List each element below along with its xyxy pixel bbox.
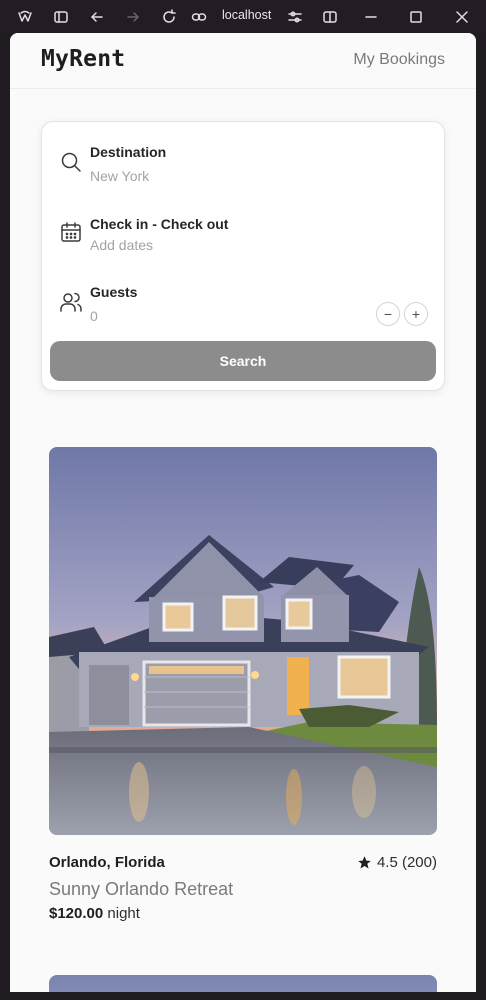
destination-input[interactable]: New York	[90, 168, 149, 184]
listing-title[interactable]: Sunny Orlando Retreat	[49, 879, 233, 900]
reload-icon[interactable]	[158, 6, 180, 28]
listing-card[interactable]: Orlando, Florida 4.5 (200) Sunny Orlando…	[49, 447, 437, 922]
sidebar-toggle-icon[interactable]	[50, 6, 72, 28]
rating-value: 4.5 (200)	[376, 854, 437, 871]
guests-label: Guests	[90, 284, 138, 300]
link-icon[interactable]	[188, 6, 210, 28]
listing-photo[interactable]	[49, 447, 437, 835]
search-icon	[59, 150, 83, 174]
users-icon	[59, 290, 83, 314]
dates-input[interactable]: Add dates	[90, 237, 153, 253]
browser-logo-icon[interactable]	[14, 6, 36, 28]
split-view-icon[interactable]	[319, 6, 341, 28]
listing-price-row: $120.00 night	[49, 905, 140, 922]
listing-location: Orlando, Florida	[49, 854, 165, 871]
star-icon	[358, 856, 371, 869]
site-settings-icon[interactable]	[284, 6, 306, 28]
listing-rating: 4.5 (200)	[357, 854, 437, 871]
dates-label: Check in - Check out	[90, 216, 229, 232]
browser-toolbar: localhost	[0, 0, 486, 33]
page-viewport: MyRent My Bookings Destination New York …	[10, 33, 476, 992]
guests-decrement-button[interactable]: −	[376, 302, 400, 326]
my-bookings-link[interactable]: My Bookings	[353, 51, 445, 69]
destination-label: Destination	[90, 144, 167, 160]
calendar-icon	[59, 220, 83, 244]
listing-price-unit: night	[107, 905, 140, 922]
minimize-icon[interactable]	[360, 6, 382, 28]
back-arrow-icon[interactable]	[86, 6, 108, 28]
maximize-icon[interactable]	[405, 6, 427, 28]
app-logo[interactable]: MyRent	[41, 46, 125, 72]
guests-count: 0	[90, 308, 98, 324]
guests-increment-button[interactable]: +	[404, 302, 428, 326]
address-bar-url[interactable]: localhost	[222, 8, 271, 22]
navbar: MyRent My Bookings	[10, 33, 476, 89]
search-button[interactable]: Search	[50, 341, 436, 381]
house-photo	[49, 447, 437, 835]
next-listing-photo[interactable]	[49, 975, 437, 992]
close-icon[interactable]	[451, 6, 473, 28]
search-card: Destination New York Check in - Check ou…	[41, 121, 445, 391]
listing-price: $120.00	[49, 905, 104, 922]
forward-arrow-icon[interactable]	[122, 6, 144, 28]
